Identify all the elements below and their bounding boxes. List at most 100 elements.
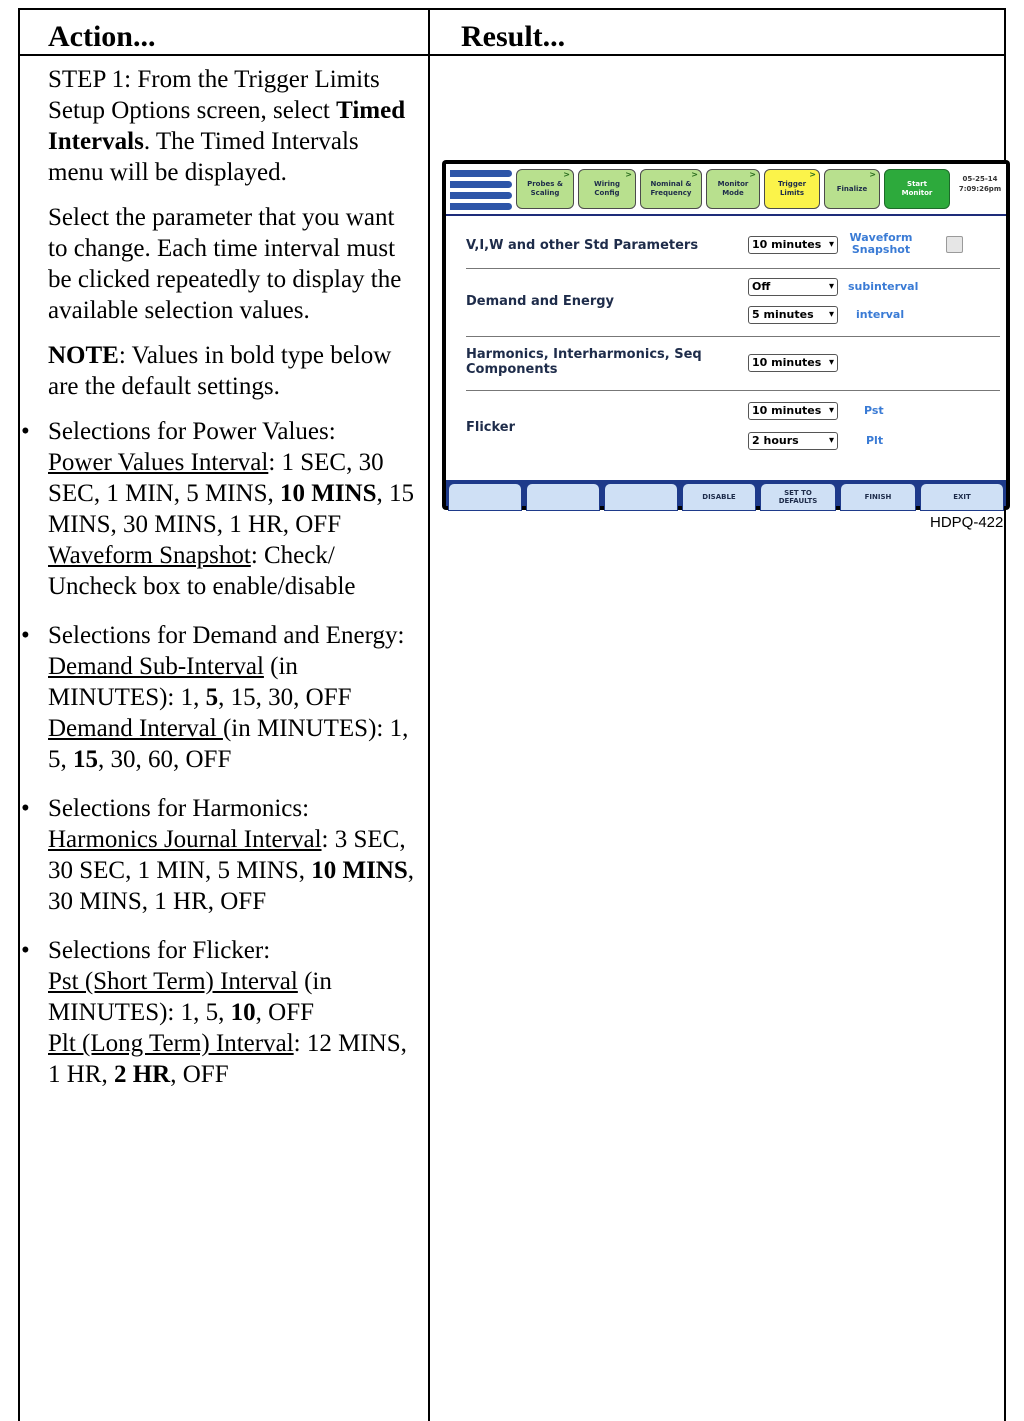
note-paragraph: NOTE: Values in bold type below are the …: [48, 340, 420, 402]
header-result: Result...: [461, 20, 566, 53]
finish-button[interactable]: FINISH: [840, 483, 916, 511]
waveform-snapshot-label: Waveform Snapshot: [846, 232, 916, 256]
std-params-select[interactable]: 10 minutes ▾: [748, 236, 838, 254]
plt-post: , OFF: [170, 1061, 229, 1088]
button-label: DEFAULTS: [778, 497, 818, 505]
table-header-row: Action... Result...: [18, 8, 1006, 56]
tab-label: Trigger: [777, 180, 807, 188]
pst-bold: 10: [230, 999, 256, 1026]
tab-finalize[interactable]: > Finalize: [824, 169, 880, 209]
tab-label: Config: [594, 189, 620, 197]
demand-int-post: , 30, 60, OFF: [98, 746, 232, 773]
tab-start-monitor[interactable]: Start Monitor: [884, 169, 950, 209]
demand-int-label: Demand Interval: [48, 715, 223, 742]
function-key-2[interactable]: [526, 483, 600, 511]
function-key-3[interactable]: [604, 483, 678, 511]
wizard-tab-bar: > Probes & Scaling > Wiring Config > Nominal …: [446, 164, 1006, 216]
harmonics-title: Selections for Harmonics:: [48, 795, 310, 822]
dranetz-logo: [450, 170, 512, 210]
plt-select[interactable]: 2 hours ▾: [748, 432, 838, 450]
column-divider: [428, 8, 430, 1421]
function-key-bar: DISABLE SET TO DEFAULTS FINISH EXIT: [446, 480, 1006, 511]
demand-sub-label: Demand Sub-Interval: [48, 653, 264, 680]
subinterval-tag: subinterval: [848, 280, 919, 293]
tab-label: Nominal &: [650, 180, 692, 188]
select-value: 10 minutes: [752, 404, 822, 417]
interval-tag: interval: [856, 308, 905, 321]
chevron-down-icon: ▾: [828, 239, 834, 250]
flicker-title: Selections for Flicker:: [48, 937, 271, 964]
tab-probes-scaling[interactable]: > Probes & Scaling: [516, 169, 574, 209]
datetime-display: 05-25-14 7:09:26pm: [956, 174, 1004, 194]
demand-int-bold: 15: [73, 746, 98, 773]
chevron-down-icon: ▾: [828, 435, 834, 446]
power-interval-label: Power Values Interval: [48, 449, 269, 476]
pst-post: , OFF: [255, 999, 315, 1026]
pst-select[interactable]: 10 minutes ▾: [748, 402, 838, 420]
flicker-label: Flicker: [466, 420, 516, 435]
demand-sub-post: , 15, 30, OFF: [218, 684, 352, 711]
device-screenshot: > Probes & Scaling > Wiring Config > Nominal …: [442, 160, 1010, 511]
list-item-flicker: Selections for Flicker: Pst (Short Term)…: [21, 935, 420, 1090]
tab-label: Monitor: [717, 180, 749, 188]
tab-wiring-config[interactable]: > Wiring Config: [578, 169, 636, 209]
snapshot-label: Waveform Snapshot: [48, 542, 251, 569]
select-value: Off: [752, 280, 771, 293]
set-to-defaults-button[interactable]: SET TO DEFAULTS: [760, 483, 836, 511]
plt-label: Plt (Long Term) Interval: [48, 1030, 294, 1057]
harmonics-row-label: Harmonics, Interharmonics, Seq Components: [466, 347, 702, 377]
button-label: EXIT: [953, 493, 971, 501]
chevron-down-icon: ▾: [828, 405, 834, 416]
tab-label: Probes &: [527, 180, 563, 188]
power-title: Selections for Power Values:: [48, 418, 336, 445]
figure-id: HDPQ-422: [930, 514, 1004, 531]
function-key-1[interactable]: [448, 483, 522, 511]
pst-label: Pst (Short Term) Interval: [48, 968, 298, 995]
harmonics-l2: Components: [466, 362, 558, 377]
tab-monitor-mode[interactable]: > Monitor Mode: [706, 169, 760, 209]
waveform-l2: Snapshot: [851, 243, 911, 256]
pst-tag: Pst: [864, 404, 884, 417]
selection-list: Selections for Power Values: Power Value…: [21, 416, 420, 1090]
tab-label: Limits: [779, 189, 805, 197]
action-column: STEP 1: From the Trigger Limits Setup Op…: [21, 64, 420, 1108]
select-value: 2 hours: [752, 434, 799, 447]
demand-title: Selections for Demand and Energy:: [48, 622, 405, 649]
list-item-power: Selections for Power Values: Power Value…: [21, 416, 420, 602]
time-text: 7:09:26pm: [958, 185, 1002, 193]
button-label: FINISH: [864, 493, 892, 501]
chevron-down-icon: ▾: [828, 357, 834, 368]
harmonics-bold: 10 MINS: [311, 857, 408, 884]
list-item-harmonics: Selections for Harmonics: Harmonics Jour…: [21, 793, 420, 917]
device-screen: > Probes & Scaling > Wiring Config > Nominal …: [446, 164, 1006, 511]
plt-bold: 2 HR: [113, 1061, 171, 1088]
select-value: 10 minutes: [752, 238, 822, 251]
select-param-paragraph: Select the parameter that you want to ch…: [48, 204, 402, 324]
demand-subinterval-select[interactable]: Off ▾: [748, 278, 838, 296]
exit-button[interactable]: EXIT: [920, 483, 1004, 511]
plt-tag: Plt: [866, 434, 884, 447]
header-action: Action...: [48, 20, 156, 53]
tab-nominal-frequency[interactable]: > Nominal & Frequency: [640, 169, 702, 209]
note-label: NOTE: [48, 342, 119, 369]
select-value: 10 minutes: [752, 356, 822, 369]
tab-label: Frequency: [650, 189, 692, 197]
step1-paragraph: STEP 1: From the Trigger Limits Setup Op…: [48, 64, 420, 188]
harmonics-select[interactable]: 10 minutes ▾: [748, 354, 838, 372]
date-text: 05-25-14: [962, 175, 998, 183]
button-label: DISABLE: [702, 493, 736, 501]
tab-label: Mode: [722, 189, 744, 197]
waveform-snapshot-checkbox[interactable]: [946, 236, 963, 253]
harmonics-label: Harmonics Journal Interval: [48, 826, 322, 853]
power-interval-bold: 10 MINS: [279, 480, 377, 507]
demand-interval-select[interactable]: 5 minutes ▾: [748, 306, 838, 324]
step1-prefix: STEP 1: From the Trigger Limits Setup Op…: [48, 66, 380, 124]
separator: [466, 268, 1000, 269]
select-value: 5 minutes: [752, 308, 814, 321]
tab-label: Finalize: [836, 184, 868, 193]
demand-energy-label: Demand and Energy: [466, 294, 615, 309]
tab-label: Start: [907, 180, 927, 188]
list-item-demand: Selections for Demand and Energy: Demand…: [21, 620, 420, 775]
disable-button[interactable]: DISABLE: [682, 483, 756, 511]
tab-trigger-limits[interactable]: > Trigger Limits: [764, 169, 820, 209]
